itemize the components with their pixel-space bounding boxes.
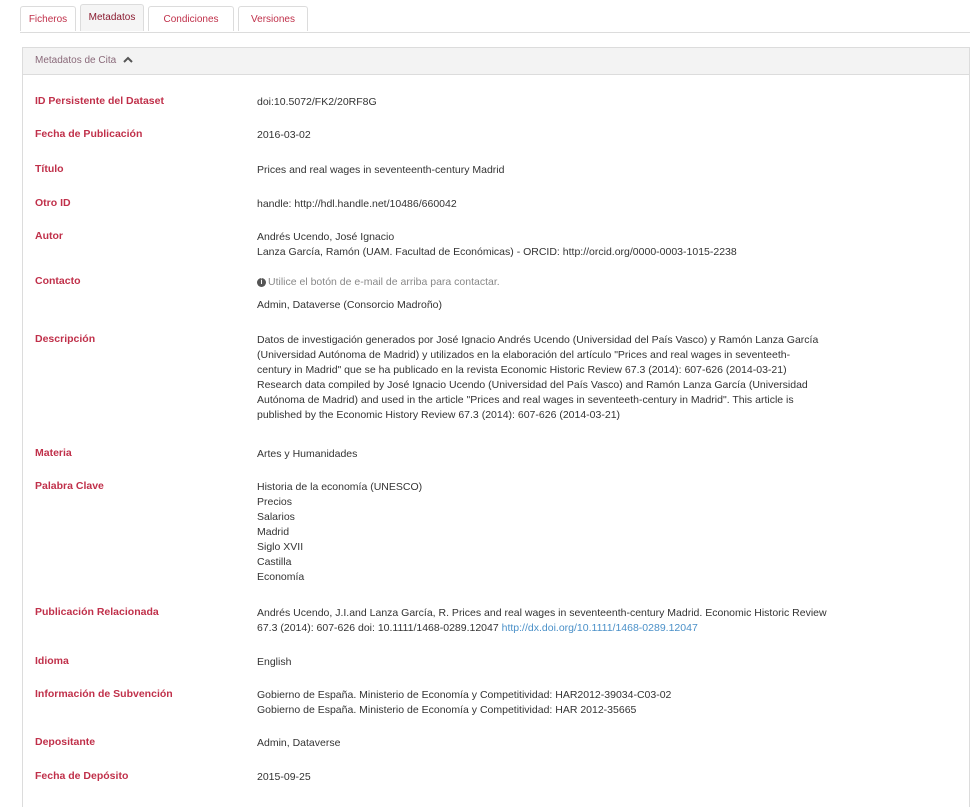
author-line: Lanza García, Ramón (UAM. Facultad de Ec… [257, 246, 737, 258]
author-line: Andrés Ucendo, José Ignacio [257, 231, 395, 243]
field-value: 2016-03-02 [257, 129, 311, 141]
tab-condiciones[interactable]: Condiciones [148, 6, 234, 31]
keyword-item: Madrid [257, 526, 290, 538]
field-value: Gobierno de España. Ministerio de Econom… [257, 688, 957, 718]
tab-metadatos[interactable]: Metadatos [80, 4, 144, 31]
field-label: Depositante [35, 736, 96, 748]
field-value: Artes y Humanidades [257, 448, 358, 460]
field-label: Fecha de Publicación [35, 128, 143, 140]
field-label: Título [35, 163, 64, 175]
field-value: Andrés Ucendo, José Ignacio Lanza García… [257, 230, 957, 260]
description-line: (Universidad Autónoma de Madrid) y utili… [257, 349, 791, 361]
citation-metadata-panel: Metadatos de Cita ID Persistente del Dat… [22, 47, 970, 807]
field-label: Autor [35, 230, 63, 242]
field-value: handle: http://hdl.handle.net/10486/6600… [257, 198, 457, 210]
tab-ficheros[interactable]: Ficheros [20, 6, 76, 31]
related-pub-doi: 67.3 (2014): 607-626 doi: 10.1111/1468-0… [257, 622, 502, 634]
description-line: Research data compiled by José Ignacio U… [257, 379, 808, 391]
info-icon: i [257, 277, 266, 287]
field-label: Fecha de Depósito [35, 770, 129, 782]
field-value: 2015-09-25 [257, 771, 311, 783]
field-label: Información de Subvención [35, 688, 173, 700]
field-label: Otro ID [35, 197, 71, 209]
field-value: Historia de la economía (UNESCO) Precios… [257, 480, 957, 585]
tab-versiones[interactable]: Versiones [238, 6, 308, 31]
tab-bar: Ficheros Metadatos Condiciones Versiones [20, 0, 970, 33]
keyword-item: Siglo XVII [257, 541, 304, 553]
related-pub-line: Andrés Ucendo, J.I.and Lanza García, R. … [257, 607, 827, 619]
grant-line: Gobierno de España. Ministerio de Econom… [257, 704, 637, 716]
field-label: Publicación Relacionada [35, 606, 159, 618]
field-label: Contacto [35, 275, 81, 287]
contact-notice-text: Utilice el botón de e-mail de arriba par… [268, 276, 500, 288]
description-line: century in Madrid" que se ha publicado e… [257, 364, 787, 376]
field-value: Admin, Dataverse [257, 737, 341, 749]
field-value: Prices and real wages in seventeenth-cen… [257, 164, 505, 176]
panel-title: Metadatos de Cita [35, 55, 117, 66]
chevron-up-icon [123, 56, 133, 64]
field-label: Descripción [35, 333, 96, 345]
field-label: Idioma [35, 655, 69, 667]
field-value: i Utilice el botón de e-mail de arriba pa… [257, 275, 957, 313]
field-label: Palabra Clave [35, 480, 104, 492]
related-pub-line: 67.3 (2014): 607-626 doi: 10.1111/1468-0… [257, 621, 957, 636]
field-value: Datos de investigación generados por Jos… [257, 333, 957, 423]
field-value: English [257, 656, 292, 668]
keyword-item: Economía [257, 571, 305, 583]
description-line: Autónoma de Madrid) and used in the arti… [257, 394, 794, 406]
keyword-item: Historia de la economía (UNESCO) [257, 481, 423, 493]
related-pub-link[interactable]: http://dx.doi.org/10.1111/1468-0289.1204… [502, 622, 698, 634]
field-value: doi:10.5072/FK2/20RF8G [257, 96, 377, 108]
contact-value: Admin, Dataverse (Consorcio Madroño) [257, 299, 442, 311]
keyword-item: Salarios [257, 511, 295, 523]
keyword-item: Precios [257, 496, 293, 508]
keyword-item: Castilla [257, 556, 292, 568]
field-label: Materia [35, 447, 72, 459]
description-line: published by the Economic History Review… [257, 409, 621, 421]
description-line: Datos de investigación generados por Jos… [257, 334, 819, 346]
grant-line: Gobierno de España. Ministerio de Econom… [257, 689, 672, 701]
contact-notice: i Utilice el botón de e-mail de arriba pa… [257, 275, 957, 290]
field-label: ID Persistente del Dataset [35, 95, 164, 107]
panel-header-toggle[interactable]: Metadatos de Cita [23, 48, 969, 75]
field-value: Andrés Ucendo, J.I.and Lanza García, R. … [257, 606, 957, 636]
